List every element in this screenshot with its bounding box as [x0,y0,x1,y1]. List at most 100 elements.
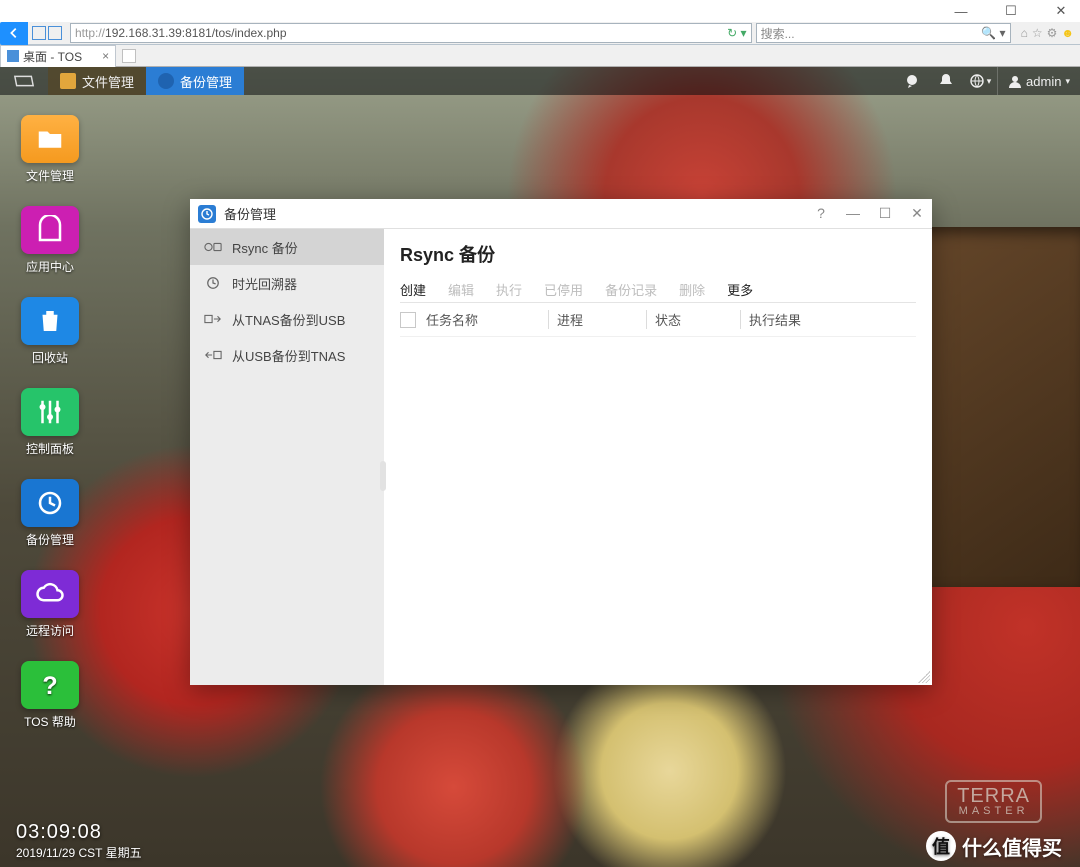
tab-title: 桌面 - TOS [23,48,82,65]
desktop-icon-label: 文件管理 [26,167,74,184]
sidebar-item-timemachine[interactable]: 时光回溯器 [190,265,384,301]
taskbar-user-label: admin [1026,74,1061,89]
maximize-button[interactable]: ☐ [998,3,1024,19]
sidebar-item-label: 从USB备份到TNAS [232,346,345,365]
bell-icon[interactable] [929,67,963,95]
url-rest: 192.168.31.39:8181/tos/index.php [105,26,287,40]
svg-text:?: ? [42,672,57,700]
nav-back-button[interactable] [0,22,28,45]
trash-icon [35,306,65,336]
clock-time: 03:09:08 [16,821,142,844]
tab-run[interactable]: 执行 [496,280,522,299]
desktop-icon-tos-help[interactable]: ? TOS 帮助 [20,661,80,730]
sidebar-item-label: 从TNAS备份到USB [232,310,345,329]
sidebar-item-label: 时光回溯器 [232,274,297,293]
nav-extra-buttons[interactable] [28,26,66,40]
window-titlebar[interactable]: 备份管理 ? — ☐ ✕ [190,199,932,229]
tab-log[interactable]: 备份记录 [605,280,657,299]
window-help-button[interactable]: ? [814,205,828,222]
desktop-icon-backup[interactable]: 备份管理 [20,479,80,548]
task-table-header: 任务名称 进程 状态 执行结果 [400,303,916,337]
window-minimize-button[interactable]: — [846,205,860,222]
desktop-icon-remote-access[interactable]: 远程访问 [20,570,80,639]
nav-compat-icon[interactable] [48,26,62,40]
browser-tool-icons: ⌂ ☆ ⚙ ☻ [1015,26,1080,40]
cloud-icon [35,579,65,609]
sidebar-item-tnas-to-usb[interactable]: 从TNAS备份到USB [190,301,384,337]
url-scheme: http:// [75,26,105,40]
backup-icon [158,73,174,89]
action-tab-strip: 创建 编辑 执行 已停用 备份记录 删除 更多 [400,277,916,303]
desktop-icon-control-panel[interactable]: 控制面板 [20,388,80,457]
export-icon [204,312,222,326]
new-tab-button[interactable] [122,49,136,63]
taskbar-item-file-manager[interactable]: 文件管理 [48,67,146,95]
tab-edit[interactable]: 编辑 [448,280,474,299]
tos-logo[interactable] [0,67,48,95]
window-resize-grip[interactable] [918,671,930,683]
desktop-icon-file-manager[interactable]: 文件管理 [20,115,80,184]
settings-icon[interactable]: ⚙ [1047,26,1058,40]
backup-window: 备份管理 ? — ☐ ✕ Rsync 备份 时光回溯器 从 [190,199,932,685]
desktop-icon-column: 文件管理 应用中心 回收站 控制面板 备份管理 远程访问 ? TOS 帮助 [20,115,92,730]
user-icon [1008,74,1022,88]
col-task-name[interactable]: 任务名称 [426,310,548,329]
server-sync-icon [204,240,222,254]
desktop-icon-app-center[interactable]: 应用中心 [20,206,80,275]
search-placeholder: 搜索... [761,25,795,42]
desktop-icon-label: 备份管理 [26,531,74,548]
tab-more[interactable]: 更多 [727,280,753,299]
tab-close-icon[interactable]: × [102,49,109,63]
panel-resize-handle[interactable] [380,461,386,491]
desktop-icon-label: 回收站 [32,349,68,366]
col-result[interactable]: 执行结果 [740,310,916,329]
taskbar-right: ▾ admin ▾ [895,67,1080,95]
home-icon[interactable]: ⌂ [1021,26,1028,40]
nav-refresh-icon[interactable] [32,26,46,40]
select-all-checkbox[interactable] [400,312,416,328]
sidebar-item-label: Rsync 备份 [232,238,298,257]
taskbar-item-backup[interactable]: 备份管理 [146,67,244,95]
col-status[interactable]: 状态 [646,310,740,329]
sidebar-item-usb-to-tnas[interactable]: 从USB备份到TNAS [190,337,384,373]
browser-search-input[interactable]: 搜索... 🔍 ▾ [756,23,1011,43]
watermark-text: 什么值得买 [962,832,1062,861]
app-icon [198,205,216,223]
folder-icon [35,124,65,154]
desktop-icon-recycle-bin[interactable]: 回收站 [20,297,80,366]
globe-icon[interactable]: ▾ [963,67,997,95]
backup-sidebar: Rsync 备份 时光回溯器 从TNAS备份到USB 从USB备份到TNAS [190,229,384,685]
url-input[interactable]: http://192.168.31.39:8181/tos/index.php … [70,23,752,43]
search-icon[interactable]: 🔍 ▾ [981,26,1005,40]
desktop-icon-label: 控制面板 [26,440,74,457]
browser-address-bar: http://192.168.31.39:8181/tos/index.php … [0,22,1080,45]
desktop-clock: 03:09:08 2019/11/29 CST 星期五 [16,821,142,861]
brand-logo: TERRA MASTER [945,780,1042,823]
taskbar-item-label: 文件管理 [82,72,134,91]
desktop-icon-label: TOS 帮助 [24,713,76,730]
clock-icon [204,276,222,290]
window-maximize-button[interactable]: ☐ [878,205,892,222]
taskbar-user-menu[interactable]: admin ▾ [997,67,1080,95]
col-process[interactable]: 进程 [548,310,646,329]
favorites-icon[interactable]: ☆ [1032,26,1043,40]
tab-disabled[interactable]: 已停用 [544,280,583,299]
browser-tab-active[interactable]: 桌面 - TOS × [0,45,116,67]
watermark: 值 什么值得买 [926,831,1062,861]
minimize-button[interactable]: — [948,4,974,19]
sidebar-item-rsync[interactable]: Rsync 备份 [190,229,384,265]
window-close-button[interactable]: ✕ [910,205,924,222]
close-button[interactable]: ✕ [1048,3,1074,19]
window-controls: ? — ☐ ✕ [814,205,924,222]
feedback-icon[interactable]: ☻ [1061,26,1074,40]
url-actions[interactable]: ↻ ▾ [727,26,746,40]
chat-icon[interactable] [895,67,929,95]
tab-delete[interactable]: 删除 [679,280,705,299]
desktop-icon-label: 应用中心 [26,258,74,275]
panel-heading: Rsync 备份 [400,241,916,267]
folder-icon [60,73,76,89]
backup-main-panel: Rsync 备份 创建 编辑 执行 已停用 备份记录 删除 更多 任务名称 进程… [384,229,932,685]
question-icon: ? [35,670,65,700]
tab-create[interactable]: 创建 [400,280,426,299]
tab-favicon [7,50,19,62]
